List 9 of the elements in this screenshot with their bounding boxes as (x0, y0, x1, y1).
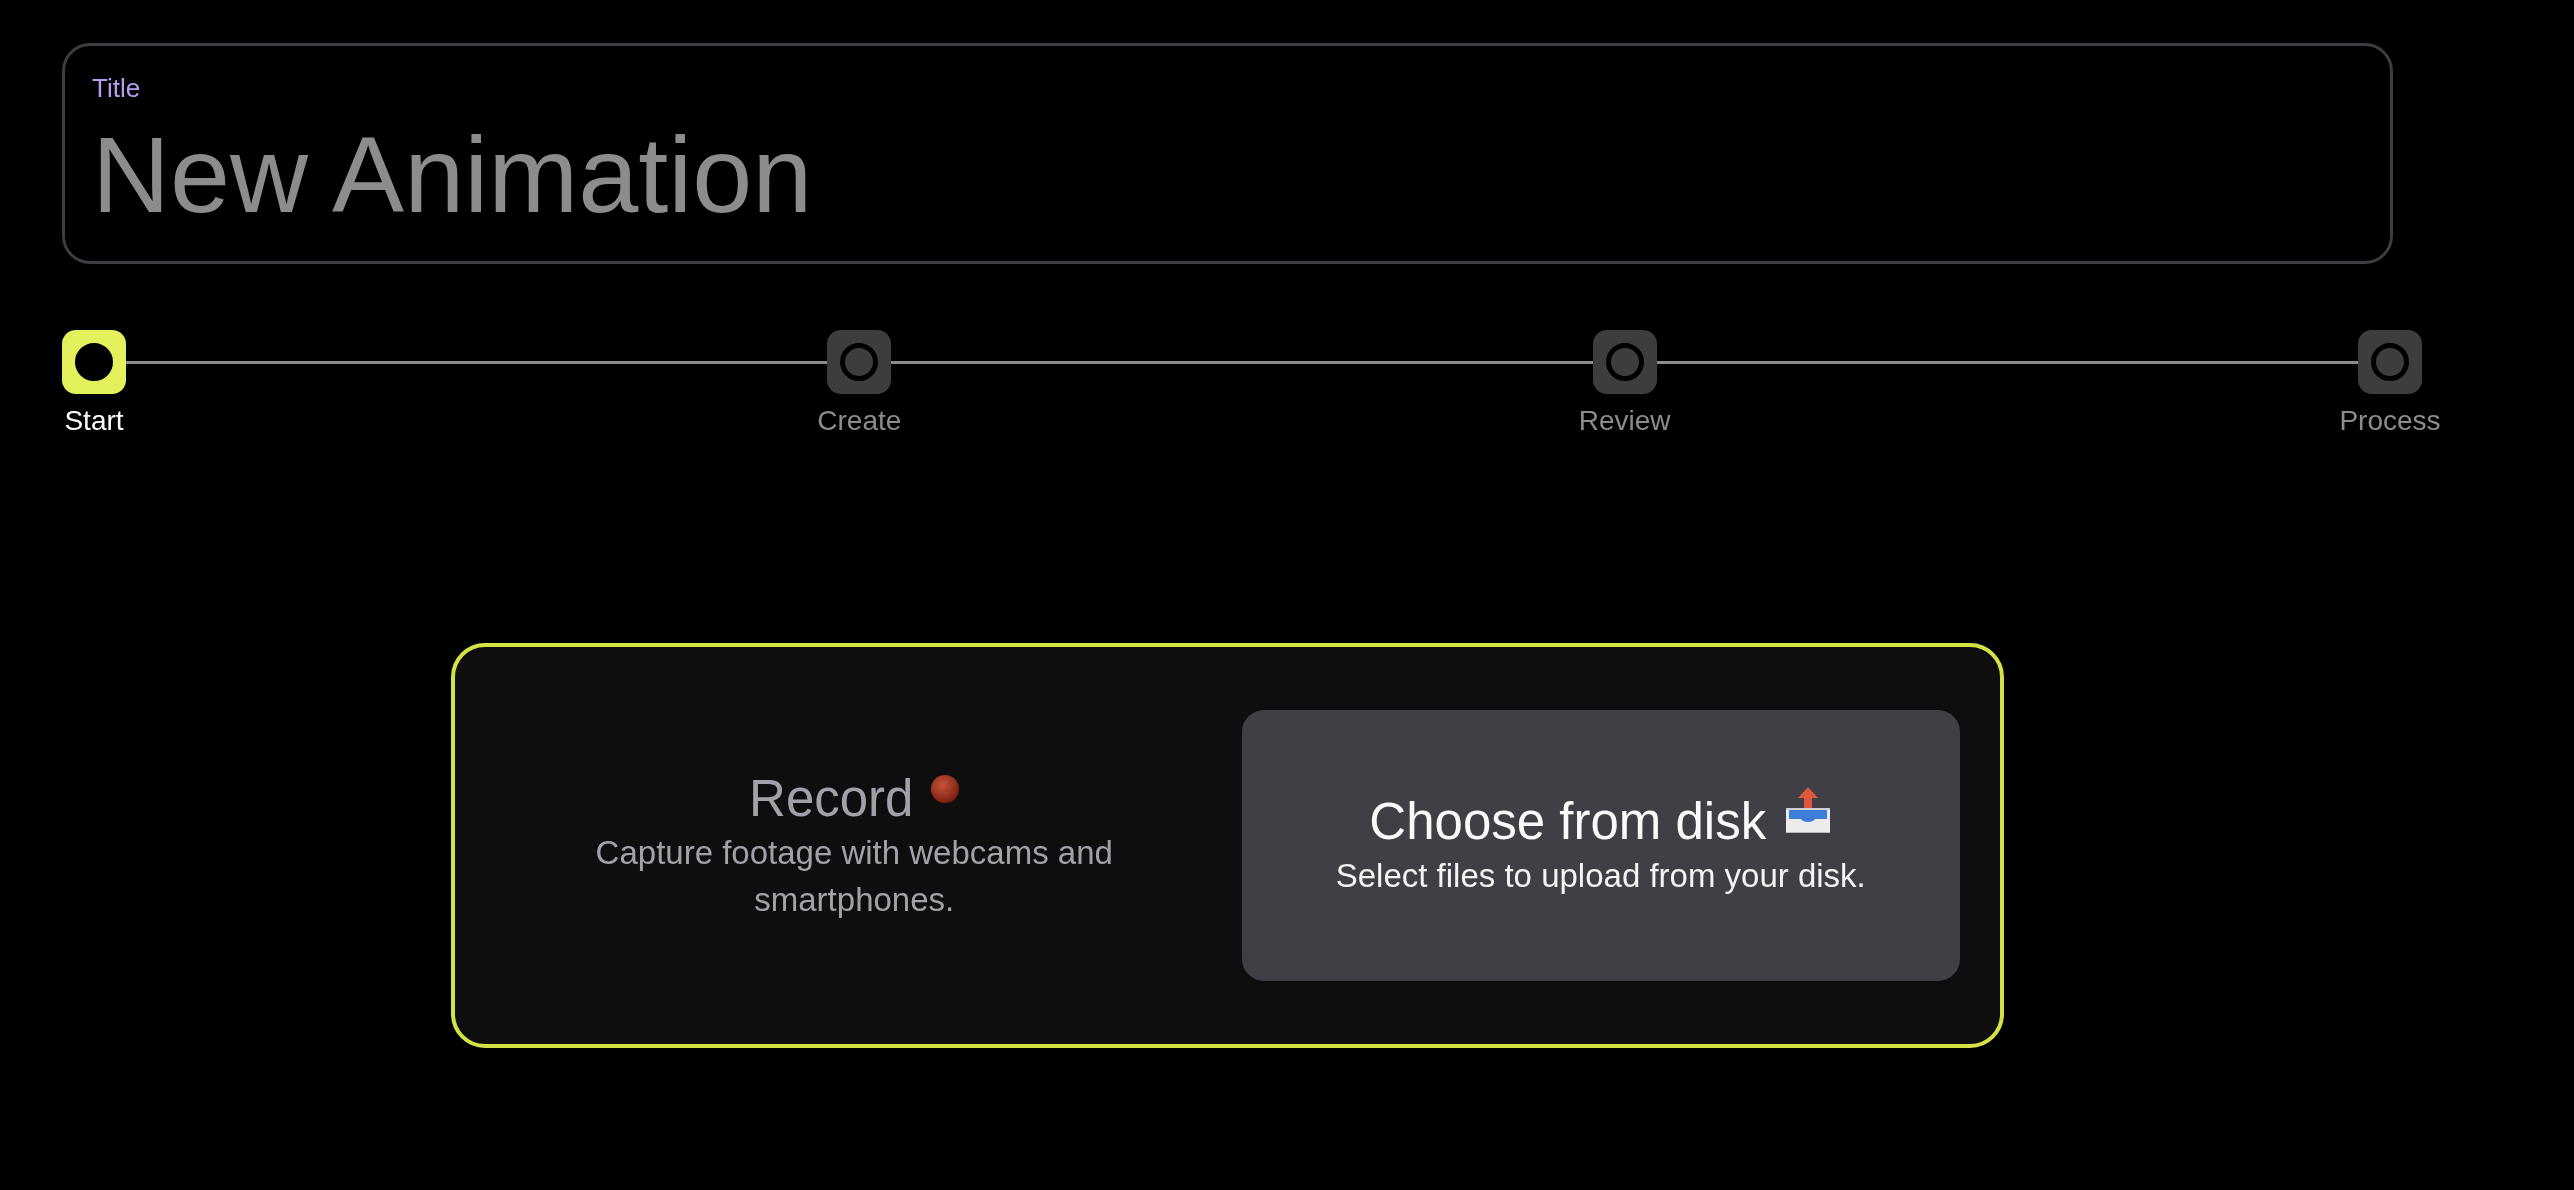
option-button[interactable]: Record Capture footage with webcams and smartphones. (495, 710, 1214, 981)
step-label: Process (2339, 404, 2441, 438)
option-button[interactable]: Choose from disk Select files to upload from your disk. (1241, 710, 1960, 981)
tray-with-arrow-icon (1784, 786, 1833, 834)
step-label: Review (1578, 404, 1671, 438)
dot-icon (931, 774, 960, 803)
step-label: Start (64, 404, 124, 438)
title-field[interactable]: Title New Animation (62, 43, 2393, 264)
step-label: Create (817, 404, 902, 438)
